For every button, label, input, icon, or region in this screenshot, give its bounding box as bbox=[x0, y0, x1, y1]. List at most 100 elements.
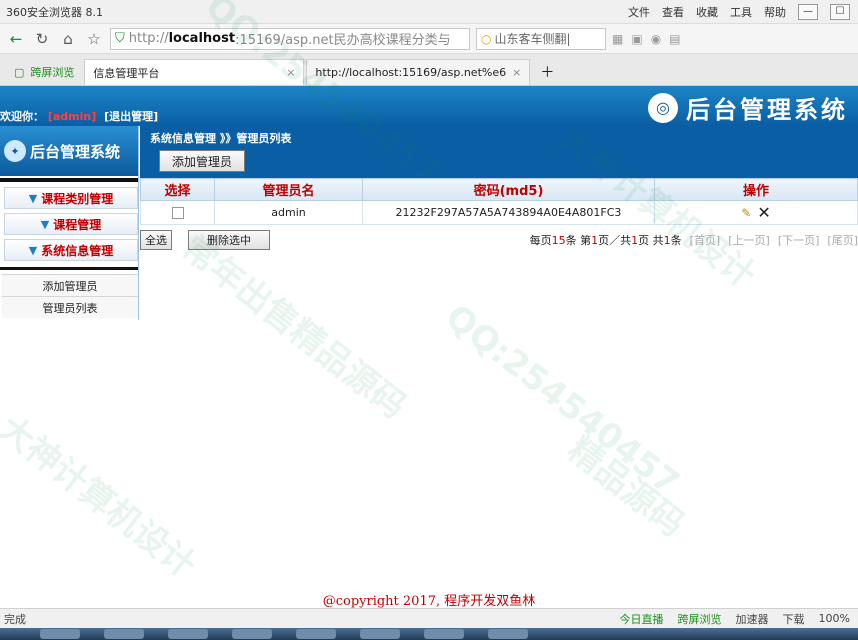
sidebar-item-course[interactable]: ▼ 课程管理 bbox=[4, 213, 138, 235]
watermark: 常年出售精品源码 bbox=[174, 227, 414, 427]
status-tools: 今日直播 跨屏浏览 加速器 下载 100% bbox=[620, 611, 858, 627]
new-tab-button[interactable]: ＋ bbox=[532, 59, 562, 85]
sidebar-item-system-info[interactable]: ▼ 系统信息管理 bbox=[4, 239, 138, 261]
close-icon[interactable]: × bbox=[286, 66, 295, 79]
action-bar: 添加管理员 bbox=[140, 150, 858, 178]
tab-label: http://localhost:15169/asp.net%e6 bbox=[315, 66, 507, 79]
pager-first[interactable]: [首页] bbox=[690, 232, 721, 248]
select-all-button[interactable]: 全选 bbox=[140, 230, 172, 250]
sidebar-logo: ✦ 后台管理系统 bbox=[0, 126, 138, 176]
add-admin-button[interactable]: 添加管理员 bbox=[159, 150, 246, 172]
apps-icon[interactable]: ▦ bbox=[612, 32, 623, 46]
brand-logo-icon: ◎ bbox=[648, 92, 678, 123]
tab-localhost[interactable]: http://localhost:15169/asp.net%e6 × bbox=[306, 59, 531, 85]
taskbar-app-icon[interactable] bbox=[232, 629, 272, 639]
taskbar-app-icon[interactable] bbox=[360, 629, 400, 639]
taskbar-app-icon[interactable] bbox=[40, 629, 80, 639]
translate-icon[interactable]: ▤ bbox=[669, 32, 680, 46]
star-icon[interactable]: ☆ bbox=[84, 29, 104, 49]
watermark: QQ:254540457 bbox=[437, 296, 687, 504]
welcome-prefix: 欢迎你： bbox=[0, 110, 44, 123]
app-header: 欢迎你： [admin] [退出管理] ◎ 后台管理系统 bbox=[0, 86, 858, 126]
menu-tools[interactable]: 工具 bbox=[730, 4, 752, 20]
browser-status-bar: 完成 今日直播 跨屏浏览 加速器 下载 100% bbox=[0, 608, 858, 628]
sidebar-divider bbox=[0, 267, 138, 270]
browser-menu: 文件 查看 收藏 工具 帮助 — ☐ bbox=[628, 3, 858, 20]
menu-view[interactable]: 查看 bbox=[662, 4, 684, 20]
search-icon: ○ bbox=[481, 31, 492, 46]
os-taskbar bbox=[0, 628, 858, 640]
pager: 全选 删除选中 每页15条 第1页／共1页 共1条 [首页] [上一页] [下一… bbox=[140, 229, 858, 251]
address-bar[interactable]: ⛉ http:// localhost :15169/asp.net民办高校课程… bbox=[110, 27, 470, 50]
sidebar-item-course-category[interactable]: ▼ 课程类别管理 bbox=[4, 187, 138, 209]
search-box[interactable]: ○ 山东客车侧翻| bbox=[476, 27, 606, 50]
menu-arrow-icon: ▼ bbox=[40, 217, 50, 231]
pager-next[interactable]: [下一页] bbox=[778, 232, 820, 248]
shield-icon: ⛉ bbox=[115, 31, 125, 46]
watermark: 精品源码 bbox=[559, 429, 692, 545]
breadcrumb: 系统信息管理 》》管理员列表 bbox=[140, 126, 858, 150]
sidebar: ✦ 后台管理系统 ▼ 课程类别管理 ▼ 课程管理 ▼ 系统信息管理 添加管理员 … bbox=[0, 126, 139, 320]
admin-table: 选择 管理员名 密码(md5) 操作 admin 21232F297A57A5A… bbox=[140, 178, 858, 225]
row-checkbox[interactable] bbox=[171, 207, 184, 219]
browser-nav-bar: ← ↻ ⌂ ☆ ⛉ http:// localhost :15169/asp.n… bbox=[0, 24, 858, 54]
live-button[interactable]: 今日直播 bbox=[620, 611, 664, 627]
cross-screen-icon: ▢ bbox=[14, 65, 25, 79]
back-icon[interactable]: ← bbox=[6, 29, 26, 49]
browser-tab-bar: ▢ 跨屏浏览 信息管理平台 × http://localhost:15169/a… bbox=[0, 54, 858, 86]
logout-link[interactable]: [退出管理] bbox=[104, 110, 158, 123]
sidebar-divider bbox=[0, 178, 138, 182]
status-text: 完成 bbox=[4, 612, 26, 626]
pager-prev[interactable]: [上一页] bbox=[728, 232, 770, 248]
brand-title: 后台管理系统 bbox=[686, 96, 848, 124]
taskbar-app-icon[interactable] bbox=[424, 629, 464, 639]
pager-last[interactable]: [尾页] bbox=[827, 232, 858, 248]
table-header-row: 选择 管理员名 密码(md5) 操作 bbox=[140, 178, 858, 201]
accelerator-button[interactable]: 加速器 bbox=[736, 611, 769, 627]
column-select: 选择 bbox=[140, 178, 215, 201]
mail-icon[interactable]: ▣ bbox=[631, 32, 642, 46]
home-icon[interactable]: ⌂ bbox=[58, 29, 78, 49]
taskbar-app-icon[interactable] bbox=[488, 629, 528, 639]
toolbar-icons: ▦ ▣ ◉ ▤ bbox=[612, 32, 681, 46]
sidebar-item-label: 系统信息管理 bbox=[41, 243, 114, 258]
menu-favorites[interactable]: 收藏 bbox=[696, 4, 718, 20]
column-operation: 操作 bbox=[654, 178, 858, 201]
shield-tool-icon[interactable]: ◉ bbox=[651, 32, 661, 46]
taskbar-app-icon[interactable] bbox=[296, 629, 336, 639]
tab-label: 信息管理平台 bbox=[93, 66, 160, 80]
sidebar-logo-icon: ✦ bbox=[4, 140, 26, 162]
address-rest: :15169/asp.net民办高校课程分类与 bbox=[235, 33, 451, 48]
address-host: localhost bbox=[168, 31, 236, 46]
tab-label: 跨屏浏览 bbox=[30, 66, 75, 79]
welcome-bar: 欢迎你： [admin] [退出管理] bbox=[0, 108, 158, 124]
taskbar-app-icon[interactable] bbox=[168, 629, 208, 639]
row-admin-name: admin bbox=[214, 200, 363, 225]
pager-summary: 每页15条 第1页／共1页 共1条 bbox=[529, 234, 682, 247]
sidebar-link-add-admin[interactable]: 添加管理员 bbox=[2, 274, 138, 296]
menu-arrow-icon: ▼ bbox=[28, 243, 38, 257]
menu-file[interactable]: 文件 bbox=[628, 4, 650, 20]
welcome-user: [admin] bbox=[47, 110, 97, 123]
delete-icon[interactable]: ✕ bbox=[757, 203, 770, 222]
address-scheme: http:// bbox=[128, 31, 169, 46]
taskbar-app-icon[interactable] bbox=[104, 629, 144, 639]
refresh-icon[interactable]: ↻ bbox=[32, 29, 52, 49]
sidebar-link-admin-list[interactable]: 管理员列表 bbox=[2, 296, 138, 318]
tab-info-platform[interactable]: 信息管理平台 × bbox=[84, 59, 305, 85]
zoom-level[interactable]: 100% bbox=[819, 612, 850, 625]
menu-arrow-icon: ▼ bbox=[28, 191, 38, 205]
cross-screen-button[interactable]: 跨屏浏览 bbox=[678, 611, 722, 627]
column-admin-name: 管理员名 bbox=[214, 178, 363, 201]
row-password: 21232F297A57A5A743894A0E4A801FC3 bbox=[362, 200, 655, 225]
tab-cross-screen[interactable]: ▢ 跨屏浏览 bbox=[6, 59, 82, 85]
edit-icon[interactable]: ✎ bbox=[741, 206, 751, 220]
sidebar-item-label: 课程管理 bbox=[53, 217, 102, 232]
download-button[interactable]: 下载 bbox=[783, 611, 805, 627]
maximize-icon[interactable]: ☐ bbox=[830, 3, 850, 20]
minimize-icon[interactable]: — bbox=[798, 3, 818, 20]
row-operation-cell: ✎ ✕ bbox=[654, 200, 858, 225]
delete-selected-button[interactable]: 删除选中 bbox=[188, 230, 270, 250]
menu-help[interactable]: 帮助 bbox=[764, 4, 786, 20]
close-icon[interactable]: × bbox=[512, 66, 521, 79]
